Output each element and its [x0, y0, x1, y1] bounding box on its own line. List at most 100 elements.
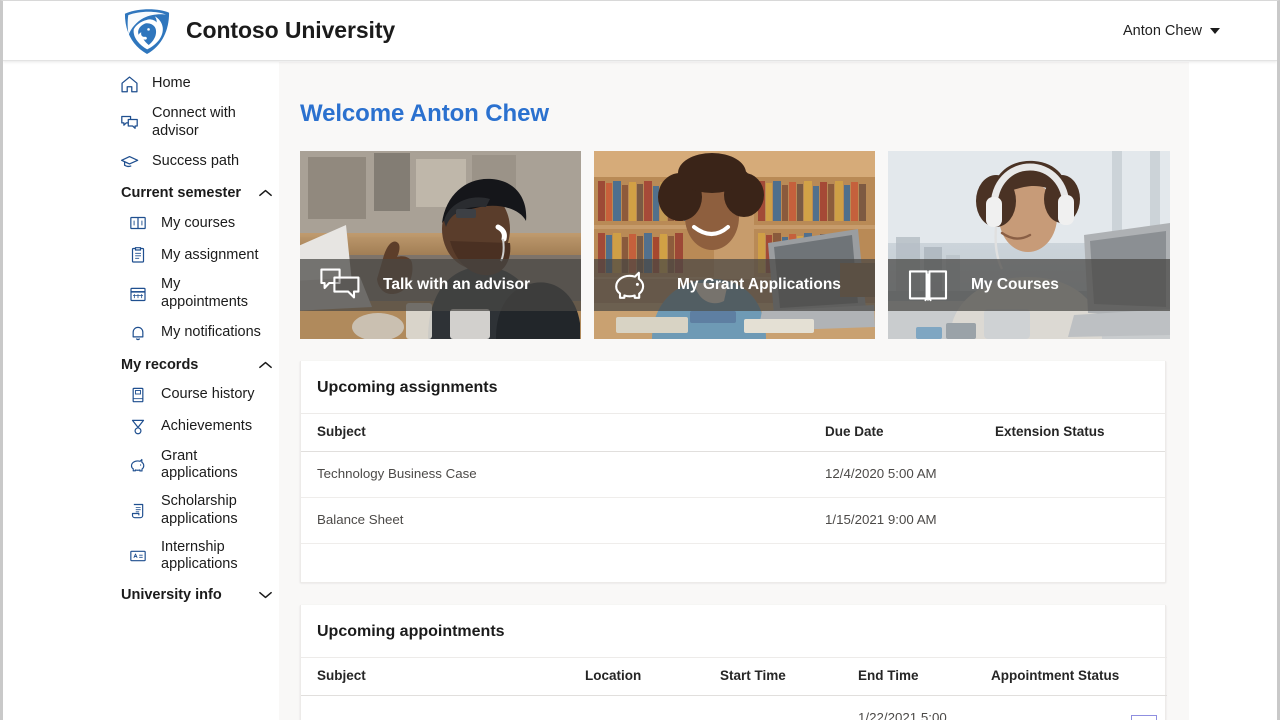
main-content: Welcome Anton Chew: [279, 62, 1189, 720]
book-open-icon: [127, 212, 149, 234]
id-badge-icon: [127, 545, 149, 567]
right-gutter: [1189, 62, 1277, 720]
piggy-bank-icon: [613, 267, 655, 303]
chevron-down-icon: [258, 590, 273, 600]
user-name: Anton Chew: [1123, 23, 1202, 39]
chat-bubbles-icon: [118, 112, 140, 134]
cell-location: Teams Meeting: [569, 695, 704, 720]
appointments-table: Subject Location Start Time End Time App…: [301, 657, 1167, 720]
sidebar-item-label: Scholarship applications: [161, 493, 265, 528]
column-header-subject[interactable]: Subject: [301, 414, 809, 452]
graduation-cap-icon: [118, 150, 140, 172]
table-header-row: Subject Due Date Extension Status: [301, 414, 1165, 452]
sidebar-item-label: Home: [152, 75, 191, 93]
cell-extension-status: [979, 497, 1165, 543]
sidebar-item-internship-applications[interactable]: Internship applications: [127, 534, 279, 579]
sidebar-item-label: Connect with advisor: [152, 105, 265, 140]
sidebar-item-my-notifications[interactable]: My notifications: [127, 317, 279, 349]
caret-down-icon: [1210, 28, 1220, 34]
sidebar-item-success-path[interactable]: Success path: [118, 145, 279, 177]
sidebar-item-label: Course history: [161, 386, 254, 404]
medal-icon: [127, 416, 149, 438]
hero-card-talk-with-an-advisor[interactable]: Talk with an advisor: [300, 151, 581, 339]
cell-due-date: 1/15/2021 9:00 AM: [809, 497, 979, 543]
cell-extension-status: [979, 452, 1165, 498]
sidebar-item-my-courses[interactable]: My courses: [127, 207, 279, 239]
page-title: Welcome Anton Chew: [300, 100, 1189, 128]
cell-end-time: 1/22/2021 5:00 AM: [842, 695, 975, 720]
column-header-subject[interactable]: Subject: [301, 657, 569, 695]
cell-subject: Discuss plan for English 101: [301, 695, 569, 720]
assignments-table: Subject Due Date Extension Status Techno…: [301, 413, 1165, 544]
cell-due-date: 12/4/2020 5:00 AM: [809, 452, 979, 498]
sidebar-item-my-assignment[interactable]: My assignment: [127, 239, 279, 271]
open-book-icon: [907, 267, 949, 303]
sidebar-item-course-history[interactable]: Course history: [127, 379, 279, 411]
app-header: Contoso University Anton Chew: [3, 1, 1277, 61]
sidebar-item-home[interactable]: Home: [118, 68, 279, 100]
card-band: Talk with an advisor: [300, 259, 581, 311]
column-header-end-time[interactable]: End Time: [842, 657, 975, 695]
column-header-start-time[interactable]: Start Time: [704, 657, 842, 695]
sidebar-group-current-semester[interactable]: Current semester: [121, 177, 273, 207]
sidebar-item-connect-with-advisor[interactable]: Connect with advisor: [118, 100, 279, 145]
hero-card-my-grant-applications[interactable]: My Grant Applications: [594, 151, 875, 339]
table-row[interactable]: Discuss plan for English 101 Teams Meeti…: [301, 695, 1167, 720]
column-header-location[interactable]: Location: [569, 657, 704, 695]
card-label: My Grant Applications: [677, 276, 841, 294]
card-band: My Courses: [888, 259, 1170, 311]
sidebar-item-label: Internship applications: [161, 539, 265, 574]
card-label: My Courses: [971, 276, 1059, 294]
sidebar-group-my-records[interactable]: My records: [121, 349, 273, 379]
book-closed-icon: [127, 384, 149, 406]
user-menu[interactable]: Anton Chew: [1123, 23, 1220, 39]
sidebar-item-label: My appointments: [161, 276, 265, 311]
sidebar-group-label: University info: [121, 587, 222, 603]
card-label: Talk with an advisor: [383, 276, 530, 294]
chevron-up-icon: [258, 188, 273, 198]
sidebar-item-label: Success path: [152, 153, 239, 171]
sidebar-item-scholarship-applications[interactable]: Scholarship applications: [127, 488, 279, 533]
hero-card-my-courses[interactable]: My Courses: [888, 151, 1170, 339]
calendar-icon: [127, 283, 149, 305]
sidebar-item-label: Achievements: [161, 418, 252, 436]
sidebar-item-label: My notifications: [161, 324, 261, 342]
panel-upcoming-appointments: Upcoming appointments Subject Location S…: [300, 605, 1166, 720]
sidebar-item-my-appointments[interactable]: My appointments: [127, 271, 279, 316]
panel-title: Upcoming assignments: [301, 361, 1165, 413]
home-icon: [118, 73, 140, 95]
brand-title: Contoso University: [186, 17, 395, 44]
table-row[interactable]: Technology Business Case 12/4/2020 5:00 …: [301, 452, 1165, 498]
sidebar-group-label: Current semester: [121, 185, 241, 201]
sidebar: Home Connect with advisor Success path C…: [3, 62, 279, 720]
cell-subject: Balance Sheet: [301, 497, 809, 543]
row-menu-button[interactable]: [1131, 715, 1157, 720]
cell-subject: Technology Business Case: [301, 452, 809, 498]
app-window: Contoso University Anton Chew Home C: [0, 0, 1280, 720]
brand[interactable]: Contoso University: [122, 7, 395, 55]
sidebar-group-university-info[interactable]: University info: [121, 579, 273, 609]
hero-card-row: Talk with an advisor: [300, 151, 1189, 339]
column-header-actions: [1113, 657, 1167, 695]
sidebar-item-label: My courses: [161, 215, 235, 233]
sidebar-item-label: Grant applications: [161, 448, 265, 483]
table-row[interactable]: Balance Sheet 1/15/2021 9:00 AM: [301, 497, 1165, 543]
sidebar-group-label: My records: [121, 357, 198, 373]
table-header-row: Subject Location Start Time End Time App…: [301, 657, 1167, 695]
column-header-appointment-status[interactable]: Appointment Status: [975, 657, 1113, 695]
sidebar-item-label: My assignment: [161, 247, 259, 265]
card-band: My Grant Applications: [594, 259, 875, 311]
column-header-due-date[interactable]: Due Date: [809, 414, 979, 452]
panel-upcoming-assignments: Upcoming assignments Subject Due Date Ex…: [300, 361, 1166, 583]
cell-start-time: 1/22/2021 4:00 AM: [704, 695, 842, 720]
wolf-shield-logo: [122, 7, 172, 55]
clipboard-list-icon: [127, 244, 149, 266]
sidebar-item-grant-applications[interactable]: Grant applications: [127, 443, 279, 488]
chevron-up-icon: [258, 360, 273, 370]
sidebar-item-achievements[interactable]: Achievements: [127, 411, 279, 443]
chat-bubbles-icon: [319, 267, 361, 303]
column-header-extension-status[interactable]: Extension Status: [979, 414, 1165, 452]
piggy-bank-icon: [127, 454, 149, 476]
cell-actions: [1113, 695, 1167, 720]
bell-icon: [127, 322, 149, 344]
